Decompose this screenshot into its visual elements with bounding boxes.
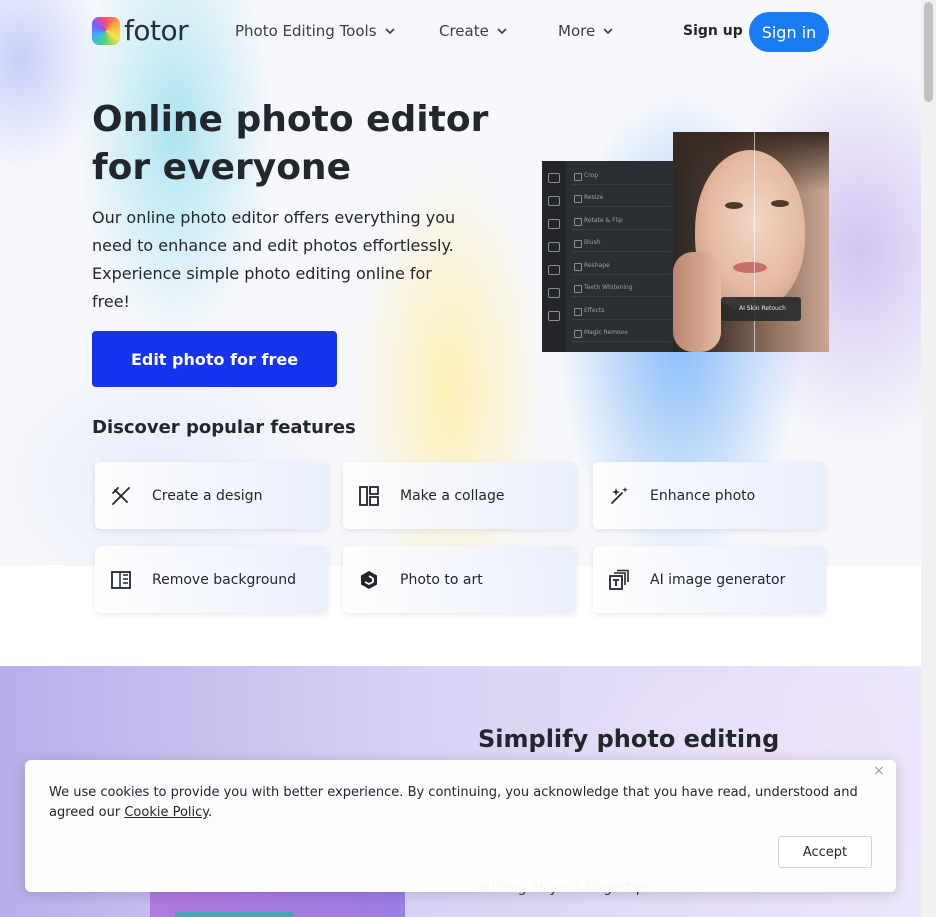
- feature-make-a-collage[interactable]: Make a collage: [343, 462, 576, 529]
- feature-label: Make a collage: [400, 487, 505, 504]
- collage-icon: [357, 484, 381, 508]
- cookie-banner: × We use cookies to provide you with bet…: [25, 760, 896, 892]
- editor-side-panel: Crop Resize Rotate & Flip Blush Reshape …: [542, 161, 674, 352]
- editor-menu-item: Rotate & Flip: [572, 212, 670, 230]
- feature-photo-to-art[interactable]: Photo to art: [343, 546, 576, 613]
- scrollbar-thumb[interactable]: [924, 2, 933, 102]
- feature-enhance-photo[interactable]: Enhance photo: [593, 462, 826, 529]
- editor-menu-item: Crop: [572, 167, 670, 185]
- portrait-photo: AI Skin Retouch: [673, 132, 829, 352]
- nav-photo-editing-tools[interactable]: Photo Editing Tools: [235, 22, 395, 40]
- editor-menu-item: Reshape: [572, 257, 670, 275]
- feature-ai-image-generator[interactable]: AI image generator: [593, 546, 826, 613]
- eye-icon: [548, 242, 560, 252]
- nav-create[interactable]: Create: [439, 22, 507, 40]
- chevron-down-icon: [384, 28, 395, 35]
- editor-tool-column: [542, 161, 566, 352]
- fotor-logo[interactable]: fotor: [92, 14, 189, 47]
- feature-label: AI image generator: [650, 571, 786, 588]
- feature-remove-background[interactable]: Remove background: [95, 546, 328, 613]
- beauty-icon: [548, 219, 560, 229]
- eye-shape: [771, 200, 789, 207]
- frame-icon: [548, 265, 560, 275]
- section-image-detail: [175, 912, 293, 917]
- feature-create-a-design[interactable]: Create a design: [95, 462, 328, 529]
- grid-icon: [548, 173, 560, 183]
- text-icon: [548, 311, 560, 321]
- feature-label: Remove background: [152, 571, 297, 588]
- accept-cookies-button[interactable]: Accept: [778, 836, 872, 868]
- ai-image-generator-icon: [607, 568, 631, 592]
- editor-menu-item: Effects: [572, 302, 670, 320]
- chevron-down-icon: [603, 28, 613, 35]
- sign-up-link[interactable]: Sign up: [683, 23, 743, 39]
- adjust-icon: [548, 196, 560, 206]
- chevron-down-icon: [497, 28, 507, 35]
- elements-icon: [548, 288, 560, 298]
- features-title: Discover popular features: [92, 417, 356, 438]
- close-icon[interactable]: ×: [872, 764, 886, 778]
- cookie-policy-link[interactable]: Cookie Policy: [124, 805, 208, 820]
- simplify-section-title: Simplify photo editing: [478, 725, 780, 753]
- enhance-icon: [607, 484, 631, 508]
- fotor-logo-icon: [92, 17, 120, 45]
- eye-shape: [725, 202, 743, 209]
- ai-skin-retouch-badge: AI Skin Retouch: [721, 297, 801, 321]
- cookie-message: We use cookies to provide you with bette…: [49, 783, 869, 823]
- nav-more[interactable]: More: [558, 22, 613, 40]
- feature-label: Create a design: [152, 487, 263, 504]
- edit-photo-button[interactable]: Edit photo for free: [92, 331, 337, 387]
- editor-menu-item: Blush: [572, 234, 670, 252]
- hero-editor-preview-image: Crop Resize Rotate & Flip Blush Reshape …: [542, 132, 829, 352]
- nav-label: More: [558, 22, 596, 40]
- feature-label: Photo to art: [400, 571, 483, 588]
- hand-shape: [673, 252, 721, 352]
- hero-subtitle: Our online photo editor offers everythin…: [92, 208, 456, 311]
- remove-background-icon: [109, 568, 133, 592]
- site-header: fotor Photo Editing Tools Create More Si…: [0, 0, 921, 64]
- editor-menu-item: Magic Remove: [572, 324, 670, 342]
- logo-text: fotor: [124, 14, 189, 47]
- page-scrollbar[interactable]: [921, 0, 936, 917]
- design-icon: [109, 484, 133, 508]
- cookie-text-end: .: [208, 805, 213, 820]
- lips-shape: [733, 262, 767, 273]
- sign-in-button[interactable]: Sign in: [749, 12, 829, 52]
- editor-menu-item: Resize: [572, 189, 670, 207]
- nav-label: Create: [439, 22, 489, 40]
- hero-title: Online photo editor for everyone: [92, 99, 489, 188]
- nav-label: Photo Editing Tools: [235, 22, 377, 40]
- editor-menu-item: Teeth Whitening: [572, 279, 670, 297]
- photo-to-art-icon: [357, 568, 381, 592]
- feature-label: Enhance photo: [650, 487, 756, 504]
